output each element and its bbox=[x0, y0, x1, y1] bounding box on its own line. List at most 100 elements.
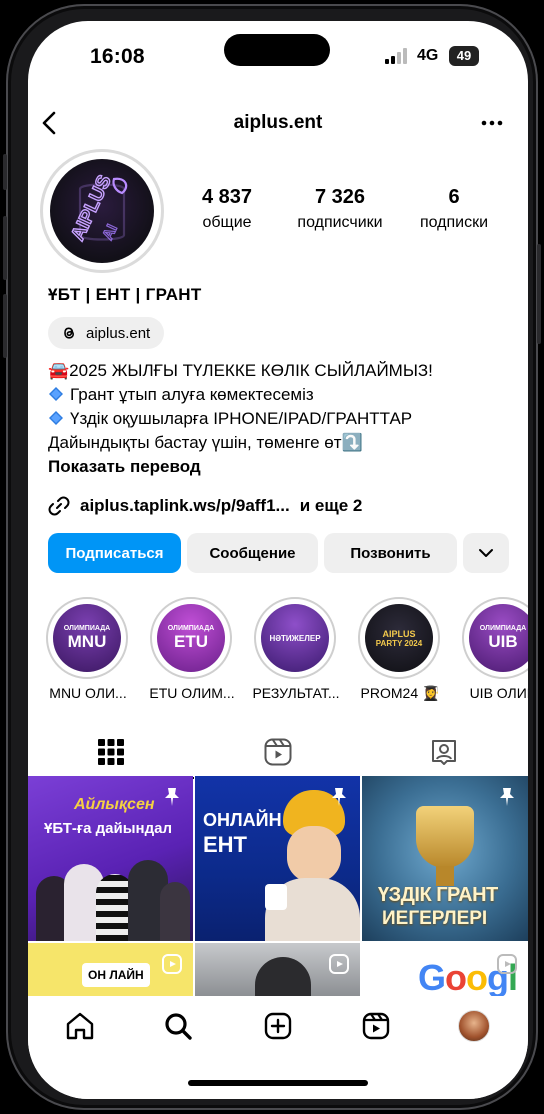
highlight-cover-small: AIPLUS bbox=[382, 628, 416, 639]
stat-following[interactable]: 6 подписки bbox=[408, 186, 500, 232]
post-title: Айлықсен bbox=[74, 796, 155, 813]
post-tile[interactable]: Айлықсен ҰБТ-ға дайындал bbox=[28, 776, 193, 941]
highlight-cover: ОЛИМПИАДА UIB bbox=[469, 604, 528, 672]
highlight-cover-big: ETU bbox=[174, 631, 208, 651]
threads-handle: aiplus.ent bbox=[86, 324, 151, 342]
highlight-cover-big: UIB bbox=[488, 631, 518, 651]
chevron-down-icon bbox=[479, 549, 493, 557]
post-tile[interactable]: ОНЛАЙН ЕНТ bbox=[195, 776, 360, 941]
post-subtitle: ҰБТ-ға дайындал bbox=[44, 820, 173, 837]
highlight-ring: НӘТИЖЕЛЕР bbox=[254, 597, 336, 679]
volume-down-button bbox=[3, 294, 7, 358]
stat-following-label: подписки bbox=[419, 214, 489, 231]
bio-line-3: Үздік оқушыларға IPHONE/IPAD/ГРАНТТАР bbox=[70, 409, 413, 428]
highlight-ring: ОЛИМПИАДА ETU bbox=[150, 597, 232, 679]
link-more[interactable]: и еще 2 bbox=[300, 496, 363, 516]
show-translation-link[interactable]: Показать перевод bbox=[48, 455, 518, 479]
highlight-cover-big: PARTY 2024 bbox=[375, 638, 423, 648]
highlight-caption: UIB ОЛИМ bbox=[469, 685, 528, 701]
screen: 16:08 4G 49 aiplus.ent AIPLUS AI 4 837 о… bbox=[28, 21, 528, 1099]
aiplus-logo-icon: AIPLUS AI bbox=[67, 171, 128, 245]
highlight-item[interactable]: НӘТИЖЕЛЕР РЕЗУЛЬТАТ... bbox=[252, 597, 340, 701]
post-tile[interactable]: ҮЗДІК ГРАНТ ИЕГЕРЛЕРІ bbox=[362, 776, 528, 941]
highlight-cover: ОЛИМПИАДА MNU bbox=[53, 604, 121, 672]
network-type: 4G bbox=[417, 47, 439, 64]
highlight-caption: MNU ОЛИ... bbox=[49, 685, 127, 701]
post-tile[interactable]: Googl bbox=[362, 943, 528, 998]
profile-avatar[interactable]: AIPLUS AI bbox=[40, 149, 164, 273]
stat-posts-value: 4 837 bbox=[201, 186, 253, 208]
highlight-caption: РЕЗУЛЬТАТ... bbox=[252, 685, 340, 701]
highlight-ring: AIPLUS PARTY 2024 bbox=[358, 597, 440, 679]
profile-header: aiplus.ent bbox=[28, 103, 528, 143]
pin-icon bbox=[165, 788, 179, 806]
volume-up-button bbox=[3, 216, 7, 280]
dynamic-island bbox=[224, 34, 330, 66]
profile-tabs bbox=[28, 729, 528, 779]
post-tile[interactable] bbox=[195, 943, 360, 998]
battery-icon: 49 bbox=[449, 46, 479, 66]
create-post-icon[interactable] bbox=[262, 1010, 294, 1042]
stat-followers[interactable]: 7 326 подписчики bbox=[284, 186, 396, 232]
reel-badge-icon bbox=[162, 954, 182, 974]
threads-badge[interactable]: aiplus.ent bbox=[48, 317, 165, 349]
tagged-icon[interactable] bbox=[429, 737, 459, 767]
stat-following-value: 6 bbox=[448, 186, 460, 208]
power-button bbox=[537, 244, 541, 344]
mute-switch bbox=[3, 154, 7, 190]
highlight-cover-small: ОЛИМПИАДА bbox=[63, 624, 111, 632]
bio-line-4: Дайындықты бастау үшін, төменге өт⤵️ bbox=[48, 433, 363, 452]
highlight-ring: ОЛИМПИАДА UIB bbox=[462, 597, 528, 679]
highlight-cover-small: ОЛИМПИАДА bbox=[167, 624, 215, 632]
bottom-nav bbox=[28, 996, 528, 1099]
reels-icon[interactable] bbox=[263, 737, 293, 767]
highlight-cover-big: MNU bbox=[67, 631, 107, 651]
profile-username: aiplus.ent bbox=[233, 112, 323, 133]
bio-line-3-row: Үздік оқушыларға IPHONE/IPAD/ГРАНТТАР bbox=[48, 407, 518, 431]
highlight-caption: ETU ОЛИМ... bbox=[149, 685, 235, 701]
status-time: 16:08 bbox=[90, 45, 145, 68]
reel-badge-icon bbox=[329, 954, 349, 974]
more-horizontal-icon[interactable] bbox=[478, 109, 506, 137]
home-indicator bbox=[188, 1080, 368, 1086]
bio-line-2: Грант ұтып алуға көмектесеміз bbox=[70, 385, 314, 404]
reels-nav-icon[interactable] bbox=[360, 1010, 392, 1042]
status-bar: 16:08 4G 49 bbox=[28, 21, 528, 83]
search-icon[interactable] bbox=[162, 1010, 194, 1042]
highlight-cover-small: ОЛИМПИАДА bbox=[479, 624, 527, 632]
call-button[interactable]: Позвонить bbox=[324, 533, 457, 573]
blue-diamond-icon bbox=[49, 411, 63, 425]
highlight-cover: НӘТИЖЕЛЕР bbox=[261, 604, 329, 672]
highlight-cover: ОЛИМПИАДА ETU bbox=[157, 604, 225, 672]
post-title: ОНЛАЙН bbox=[203, 810, 282, 830]
post-subtitle: ЕНТ bbox=[203, 832, 247, 857]
link-icon bbox=[48, 496, 70, 516]
signal-icon bbox=[385, 48, 407, 64]
pin-icon bbox=[332, 788, 346, 806]
action-buttons: Подписаться Сообщение Позвонить bbox=[48, 533, 509, 573]
battery-level: 49 bbox=[456, 48, 472, 63]
follow-button[interactable]: Подписаться bbox=[48, 533, 181, 573]
profile-avatar-nav[interactable] bbox=[458, 1010, 490, 1042]
suggested-toggle-button[interactable] bbox=[463, 533, 509, 573]
avatar-image: AIPLUS AI bbox=[50, 159, 154, 263]
grid-icon[interactable] bbox=[96, 737, 126, 767]
stat-posts[interactable]: 4 837 общие bbox=[191, 186, 263, 232]
highlight-item[interactable]: ОЛИМПИАДА ETU ETU ОЛИМ... bbox=[149, 597, 235, 701]
home-icon[interactable] bbox=[64, 1010, 96, 1042]
post-tile[interactable]: ОН ЛАЙН bbox=[28, 943, 193, 998]
highlight-item[interactable]: AIPLUS PARTY 2024 PROM24 👩‍🎓 bbox=[358, 597, 442, 701]
highlight-cover-big: НӘТИЖЕЛЕР bbox=[269, 633, 321, 643]
highlight-item[interactable]: ОЛИМПИАДА MNU MNU ОЛИ... bbox=[46, 597, 130, 701]
posts-grid: Айлықсен ҰБТ-ға дайындал ОНЛАЙН ЕНТ ҮЗДІ… bbox=[28, 776, 528, 998]
highlight-item[interactable]: ОЛИМПИАДА UIB UIB ОЛИМ bbox=[462, 597, 528, 701]
bio-line-1: 🚘2025 ЖЫЛҒЫ ТҮЛЕККЕ КӨЛІК СЫЙЛАЙМЫЗ! bbox=[48, 361, 433, 380]
reel-badge-icon bbox=[497, 954, 517, 974]
stat-posts-label: общие bbox=[202, 214, 252, 231]
message-button[interactable]: Сообщение bbox=[187, 533, 318, 573]
profile-name: ҰБТ | ЕНТ | ГРАНТ bbox=[48, 285, 202, 304]
post-title: ОН ЛАЙН bbox=[82, 963, 150, 987]
link-url[interactable]: aiplus.taplink.ws/p/9aff1... bbox=[80, 496, 290, 516]
stat-followers-value: 7 326 bbox=[314, 186, 366, 208]
profile-link[interactable]: aiplus.taplink.ws/p/9aff1... и еще 2 bbox=[48, 495, 362, 517]
